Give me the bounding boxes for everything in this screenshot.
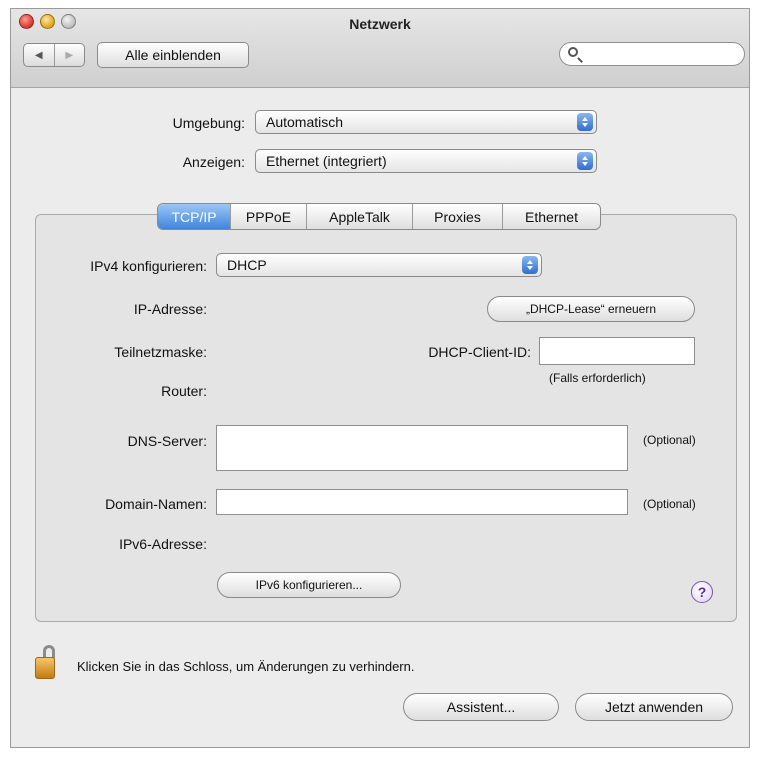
location-label: Umgebung:	[172, 115, 245, 131]
back-button[interactable]: ◀	[24, 44, 54, 66]
ipv6-address-label: IPv6-Adresse:	[119, 536, 207, 552]
ip-address-label: IP-Adresse:	[133, 301, 207, 317]
dhcp-client-id-hint: (Falls erforderlich)	[549, 371, 646, 385]
select-arrows-icon	[577, 113, 593, 131]
show-all-label: Alle einblenden	[125, 47, 221, 63]
location-value: Automatisch	[266, 114, 344, 130]
show-select[interactable]: Ethernet (integriert)	[255, 149, 597, 173]
window-title: Netzwerk	[349, 16, 411, 32]
apply-now-label: Jetzt anwenden	[604, 699, 704, 715]
dhcp-client-id-field[interactable]	[539, 337, 695, 365]
lock-hint-text: Klicken Sie in das Schloss, um Änderunge…	[77, 659, 415, 674]
forward-arrow-icon: ▶	[65, 49, 74, 61]
apply-now-button[interactable]: Jetzt anwenden	[575, 693, 733, 721]
renew-dhcp-lease-button[interactable]: „DHCP-Lease“ erneuern	[487, 296, 695, 322]
domain-names-field[interactable]	[216, 489, 628, 515]
lock-icon	[35, 657, 55, 679]
ipv4-configure-value: DHCP	[227, 257, 267, 273]
show-label: Anzeigen:	[182, 154, 245, 170]
tab-proxies[interactable]: Proxies	[412, 204, 502, 229]
dns-server-hint: (Optional)	[643, 433, 696, 447]
tab-ethernet[interactable]: Ethernet	[502, 204, 600, 229]
help-question-icon: ?	[697, 584, 707, 600]
tab-pppoe[interactable]: PPPoE	[230, 204, 306, 229]
dns-server-label: DNS-Server:	[127, 433, 207, 449]
select-arrows-icon	[522, 256, 538, 274]
ipv4-configure-select[interactable]: DHCP	[216, 253, 542, 277]
subnet-mask-label: Teilnetzmaske:	[114, 344, 207, 360]
ipv4-configure-label: IPv4 konfigurieren:	[90, 258, 207, 274]
configure-ipv6-button[interactable]: IPv6 konfigurieren...	[217, 572, 401, 598]
dhcp-client-id-label: DHCP-Client-ID:	[428, 344, 531, 360]
select-arrows-icon	[577, 152, 593, 170]
show-all-button[interactable]: Alle einblenden	[97, 42, 249, 68]
assistant-button[interactable]: Assistent...	[403, 693, 559, 721]
domain-names-label: Domain-Namen:	[105, 496, 207, 512]
assistant-label: Assistent...	[446, 699, 516, 715]
lock-button[interactable]	[31, 645, 59, 681]
tab-bar: TCP/IP PPPoE AppleTalk Proxies Ethernet	[157, 203, 601, 230]
configure-ipv6-label: IPv6 konfigurieren...	[255, 578, 363, 592]
help-button[interactable]: ?	[691, 581, 713, 603]
search-icon	[568, 47, 578, 57]
dns-server-field[interactable]	[216, 425, 628, 471]
renew-dhcp-lease-label: „DHCP-Lease“ erneuern	[525, 302, 657, 316]
show-value: Ethernet (integriert)	[266, 153, 387, 169]
forward-button[interactable]: ▶	[53, 44, 85, 66]
back-arrow-icon: ◀	[34, 49, 43, 61]
network-preferences-window: Netzwerk ◀ ▶ Alle einblenden Umgebung: A…	[10, 8, 750, 748]
location-select[interactable]: Automatisch	[255, 110, 597, 134]
back-forward-control: ◀ ▶	[23, 43, 85, 67]
tab-appletalk[interactable]: AppleTalk	[306, 204, 412, 229]
tab-tcpip[interactable]: TCP/IP	[158, 204, 230, 229]
title-bar: Netzwerk ◀ ▶ Alle einblenden	[11, 9, 749, 88]
domain-names-hint: (Optional)	[643, 497, 696, 511]
router-label: Router:	[161, 383, 207, 399]
search-field[interactable]	[559, 42, 745, 66]
